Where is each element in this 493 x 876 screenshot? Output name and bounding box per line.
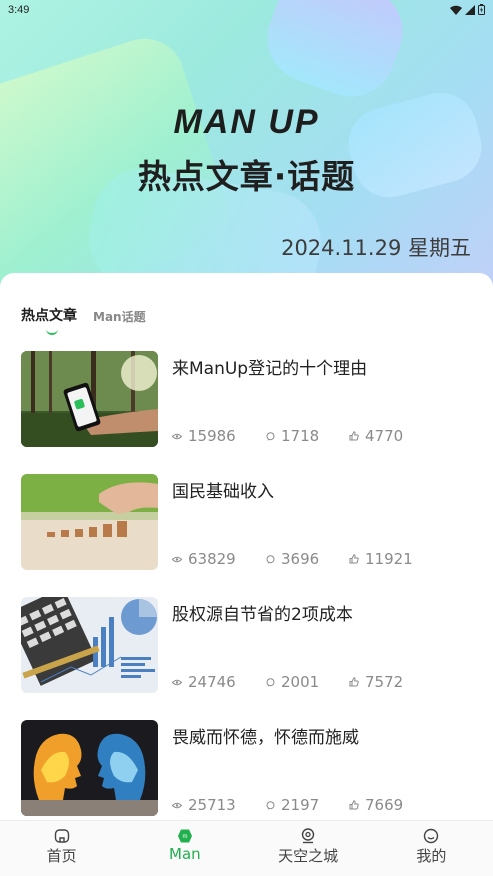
views-stat: 25713 <box>172 796 265 814</box>
likes-count: 7669 <box>365 796 404 814</box>
nav-mine[interactable]: 我的 <box>370 821 493 876</box>
comments-stat: 2001 <box>265 673 349 691</box>
article-thumbnail <box>21 720 158 816</box>
nav-label: Man <box>169 845 201 863</box>
comment-icon <box>265 800 275 810</box>
hero-date: 2024.11.29 星期五 <box>281 236 471 260</box>
article-title: 国民基础收入 <box>172 482 274 502</box>
article-stats: 63829 3696 11921 <box>172 550 413 568</box>
likes-count: 7572 <box>365 673 404 691</box>
views-stat: 15986 <box>172 427 265 445</box>
comments-count: 3696 <box>281 550 320 568</box>
article-title: 股权源自节省的2项成本 <box>172 605 353 625</box>
article-item[interactable]: 股权源自节省的2项成本 24746 2001 7572 <box>21 597 481 693</box>
status-time: 3:49 <box>8 4 30 16</box>
wifi-icon <box>450 5 462 15</box>
man-logo-icon: m <box>176 827 194 845</box>
views-stat: 63829 <box>172 550 265 568</box>
eye-icon <box>172 554 182 564</box>
article-item[interactable]: 畏威而怀德，怀德而施威 25713 2197 7669 <box>21 720 481 816</box>
nav-man[interactable]: m Man <box>123 821 246 876</box>
thumbs-up-icon <box>349 554 359 564</box>
content-card: 热点文章 Man话题 来ManUp登记的十个理由 15986 1718 4770… <box>0 273 493 820</box>
tab-hot-articles[interactable]: 热点文章 <box>21 305 77 325</box>
comments-count: 1718 <box>281 427 320 445</box>
comment-icon <box>265 431 275 441</box>
article-title: 畏威而怀德，怀德而施威 <box>172 728 359 748</box>
smile-icon <box>422 827 440 845</box>
eye-icon <box>172 677 182 687</box>
article-item[interactable]: 来ManUp登记的十个理由 15986 1718 4770 <box>21 351 481 447</box>
likes-count: 4770 <box>365 427 404 445</box>
home-icon <box>53 827 71 845</box>
article-thumbnail <box>21 351 158 447</box>
views-count: 63829 <box>188 550 236 568</box>
article-stats: 25713 2197 7669 <box>172 796 403 814</box>
hero-banner: 3:49 MAN UP 热点文章·话题 2024.11.29 星期五 <box>0 0 493 300</box>
likes-stat[interactable]: 4770 <box>349 427 403 445</box>
nav-label: 我的 <box>416 847 447 865</box>
signal-icon <box>465 4 475 15</box>
article-item[interactable]: 国民基础收入 63829 3696 11921 <box>21 474 481 570</box>
views-count: 24746 <box>188 673 236 691</box>
likes-stat[interactable]: 11921 <box>349 550 413 568</box>
article-stats: 24746 2001 7572 <box>172 673 403 691</box>
svg-text:m: m <box>182 834 187 840</box>
views-count: 15986 <box>188 427 236 445</box>
nav-label: 首页 <box>46 847 77 865</box>
comment-icon <box>265 677 275 687</box>
comments-stat: 2197 <box>265 796 349 814</box>
comments-stat: 1718 <box>265 427 349 445</box>
tab-man-topics[interactable]: Man话题 <box>93 308 146 325</box>
tab-bar: 热点文章 Man话题 <box>21 305 146 325</box>
comments-stat: 3696 <box>265 550 349 568</box>
article-thumbnail <box>21 597 158 693</box>
nav-label: 天空之城 <box>278 847 339 865</box>
eye-icon <box>172 431 182 441</box>
likes-count: 11921 <box>365 550 413 568</box>
nav-home[interactable]: 首页 <box>0 821 123 876</box>
article-stats: 15986 1718 4770 <box>172 427 403 445</box>
bottom-nav: 首页 m Man 天空之城 我的 <box>0 820 493 876</box>
hero-bubble-shape <box>255 0 415 109</box>
thumbs-up-icon <box>349 431 359 441</box>
views-stat: 24746 <box>172 673 265 691</box>
views-count: 25713 <box>188 796 236 814</box>
nav-sky-city[interactable]: 天空之城 <box>247 821 370 876</box>
comment-icon <box>265 554 275 564</box>
location-icon <box>299 827 317 845</box>
likes-stat[interactable]: 7572 <box>349 673 403 691</box>
comments-count: 2001 <box>281 673 320 691</box>
thumbs-up-icon <box>349 800 359 810</box>
article-thumbnail <box>21 474 158 570</box>
comments-count: 2197 <box>281 796 320 814</box>
status-icons <box>450 4 485 15</box>
battery-icon <box>478 4 485 15</box>
thumbs-up-icon <box>349 677 359 687</box>
active-tab-indicator <box>46 329 58 335</box>
hero-subtitle: 热点文章·话题 <box>137 157 356 196</box>
likes-stat[interactable]: 7669 <box>349 796 403 814</box>
hero-title: MAN UP <box>173 103 320 141</box>
eye-icon <box>172 800 182 810</box>
article-title: 来ManUp登记的十个理由 <box>172 359 368 379</box>
